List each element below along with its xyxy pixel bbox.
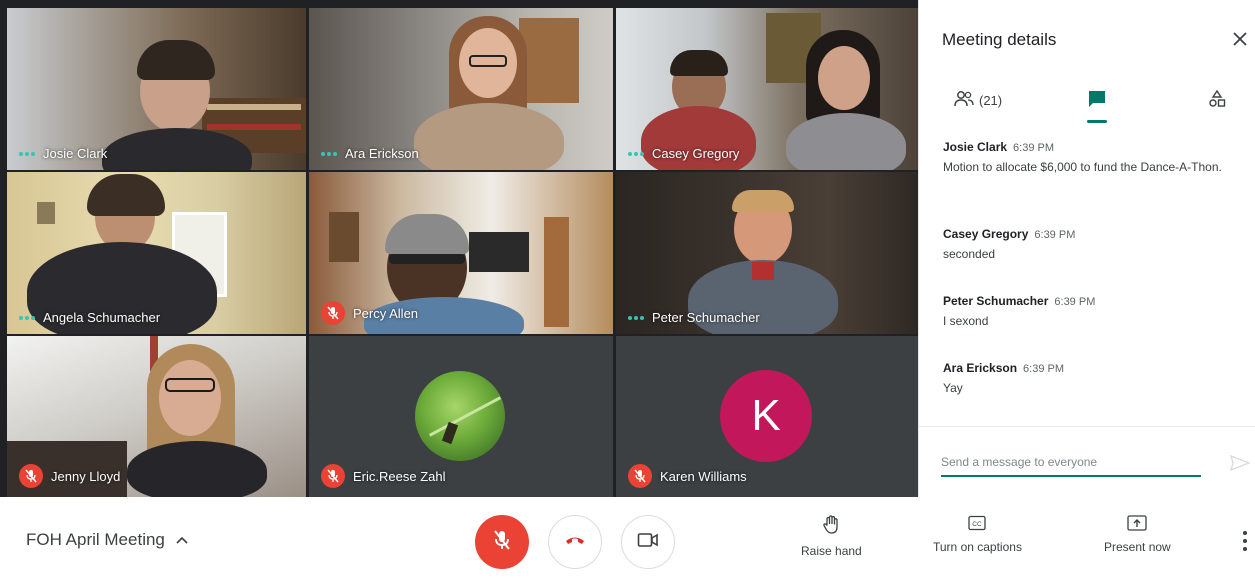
participant-name: Peter Schumacher: [652, 310, 760, 325]
mic-muted-icon: [19, 464, 43, 488]
meeting-control-bar: FOH April Meeting Raise hand CC Turn on …: [0, 497, 1255, 582]
message-sender: Casey Gregory: [943, 227, 1029, 241]
speaking-indicator-icon: [321, 151, 337, 156]
message-sender: Peter Schumacher: [943, 294, 1049, 308]
participant-name-tag: Josie Clark: [19, 146, 107, 161]
mic-muted-icon: [628, 464, 652, 488]
people-icon: [953, 90, 975, 111]
message-time: 6:39 PM: [1013, 142, 1055, 154]
camera-icon: [637, 532, 659, 553]
participant-name: Eric.Reese Zahl: [353, 468, 446, 484]
participant-name-tag: Peter Schumacher: [628, 310, 760, 325]
participant-name: Jenny Lloyd: [51, 468, 121, 484]
participant-name: Josie Clark: [43, 146, 108, 161]
raise-hand-button[interactable]: Raise hand: [801, 515, 862, 558]
camera-toggle-button[interactable]: [621, 515, 675, 569]
video-tile-eric-reese-zahl[interactable]: Eric.Reese Zahl: [309, 336, 613, 497]
avatar: K: [720, 370, 812, 462]
chat-message: Ara Erickson 6:39 PM Yay: [943, 359, 1233, 398]
avatar: [415, 371, 505, 461]
participant-name: Angela Schumacher: [43, 310, 161, 325]
video-grid: Josie Clark Ara Erickson Casey Gregory A…: [0, 0, 918, 497]
message-time: 6:39 PM: [1034, 229, 1076, 241]
message-text: Yay: [943, 381, 963, 395]
mic-muted-icon: [321, 464, 345, 488]
participant-name: Percy Allen: [353, 305, 419, 321]
avatar-letter: K: [751, 391, 781, 440]
hand-icon: [822, 515, 840, 538]
message-text: Motion to allocate $6,000 to fund the Da…: [943, 160, 1222, 174]
chat-compose: [919, 426, 1255, 497]
message-text: seconded: [943, 247, 996, 261]
meeting-title-button[interactable]: FOH April Meeting: [26, 530, 189, 550]
video-tile-jenny-lloyd[interactable]: Jenny Lloyd: [7, 336, 306, 497]
captions-button[interactable]: CC Turn on captions: [933, 515, 1022, 554]
video-tile-angela-schumacher[interactable]: Angela Schumacher: [7, 172, 306, 334]
participant-name: Karen Williams: [660, 468, 747, 484]
panel-title: Meeting details: [942, 30, 1057, 49]
message-sender: Ara Erickson: [943, 361, 1018, 375]
speaking-indicator-icon: [19, 315, 35, 320]
video-tile-peter-schumacher[interactable]: Peter Schumacher: [616, 172, 918, 334]
speaking-indicator-icon: [628, 151, 644, 156]
close-icon[interactable]: [1229, 28, 1251, 50]
chevron-up-icon: [175, 530, 189, 550]
panel-tabs: (21): [919, 80, 1255, 124]
present-now-button[interactable]: Present now: [1104, 515, 1171, 554]
chat-message-input[interactable]: [941, 449, 1201, 477]
participant-name-tag: Angela Schumacher: [19, 310, 160, 325]
participant-name: Casey Gregory: [652, 146, 740, 161]
svg-text:CC: CC: [973, 521, 983, 528]
present-now-label: Present now: [1104, 540, 1171, 554]
meeting-title: FOH April Meeting: [26, 530, 165, 549]
raise-hand-label: Raise hand: [801, 544, 862, 558]
video-tile-ara-erickson[interactable]: Ara Erickson: [309, 8, 613, 170]
more-options-icon[interactable]: [1238, 531, 1252, 551]
active-tab-indicator: [1087, 120, 1107, 123]
message-time: 6:39 PM: [1023, 363, 1065, 375]
chat-message: Josie Clark 6:39 PM Motion to allocate $6…: [943, 138, 1233, 177]
participant-name-tag: Percy Allen: [321, 301, 418, 325]
microphone-toggle-button[interactable]: [475, 515, 529, 569]
captions-label: Turn on captions: [933, 540, 1022, 554]
participant-name-tag: Ara Erickson: [321, 146, 419, 161]
send-icon[interactable]: [1229, 454, 1251, 472]
captions-icon: CC: [968, 515, 987, 534]
speaking-indicator-icon: [19, 151, 35, 156]
tab-activities[interactable]: [1207, 80, 1227, 120]
video-tile-casey-gregory[interactable]: Casey Gregory: [616, 8, 918, 170]
video-tile-josie-clark[interactable]: Josie Clark: [7, 8, 306, 170]
participant-name: Ara Erickson: [345, 146, 419, 161]
present-icon: [1127, 515, 1147, 534]
video-tile-karen-williams[interactable]: K Karen Williams: [616, 336, 918, 497]
participant-name-tag: Eric.Reese Zahl: [321, 464, 445, 488]
meeting-details-panel: Meeting details (21) Josie Clark 6:39 PM …: [918, 0, 1255, 497]
activities-icon: [1207, 89, 1227, 112]
chat-message: Casey Gregory 6:39 PM seconded: [943, 225, 1233, 264]
tab-chat[interactable]: [1087, 80, 1107, 120]
participant-name-tag: Casey Gregory: [628, 146, 739, 161]
participant-name-tag: Karen Williams: [628, 464, 747, 488]
tab-people[interactable]: (21): [953, 80, 1002, 120]
chat-icon: [1087, 89, 1107, 112]
mic-muted-icon: [321, 301, 345, 325]
message-sender: Josie Clark: [943, 140, 1008, 154]
message-text: I sexond: [943, 314, 989, 328]
message-time: 6:39 PM: [1054, 296, 1096, 308]
hang-up-icon: [564, 533, 586, 551]
video-tile-percy-allen[interactable]: Percy Allen: [309, 172, 613, 334]
chat-message: Peter Schumacher 6:39 PM I sexond: [943, 292, 1233, 331]
mic-off-icon: [493, 529, 511, 556]
leave-call-button[interactable]: [548, 515, 602, 569]
people-count: (21): [979, 92, 1003, 108]
participant-name-tag: Jenny Lloyd: [19, 464, 120, 488]
speaking-indicator-icon: [628, 315, 644, 320]
